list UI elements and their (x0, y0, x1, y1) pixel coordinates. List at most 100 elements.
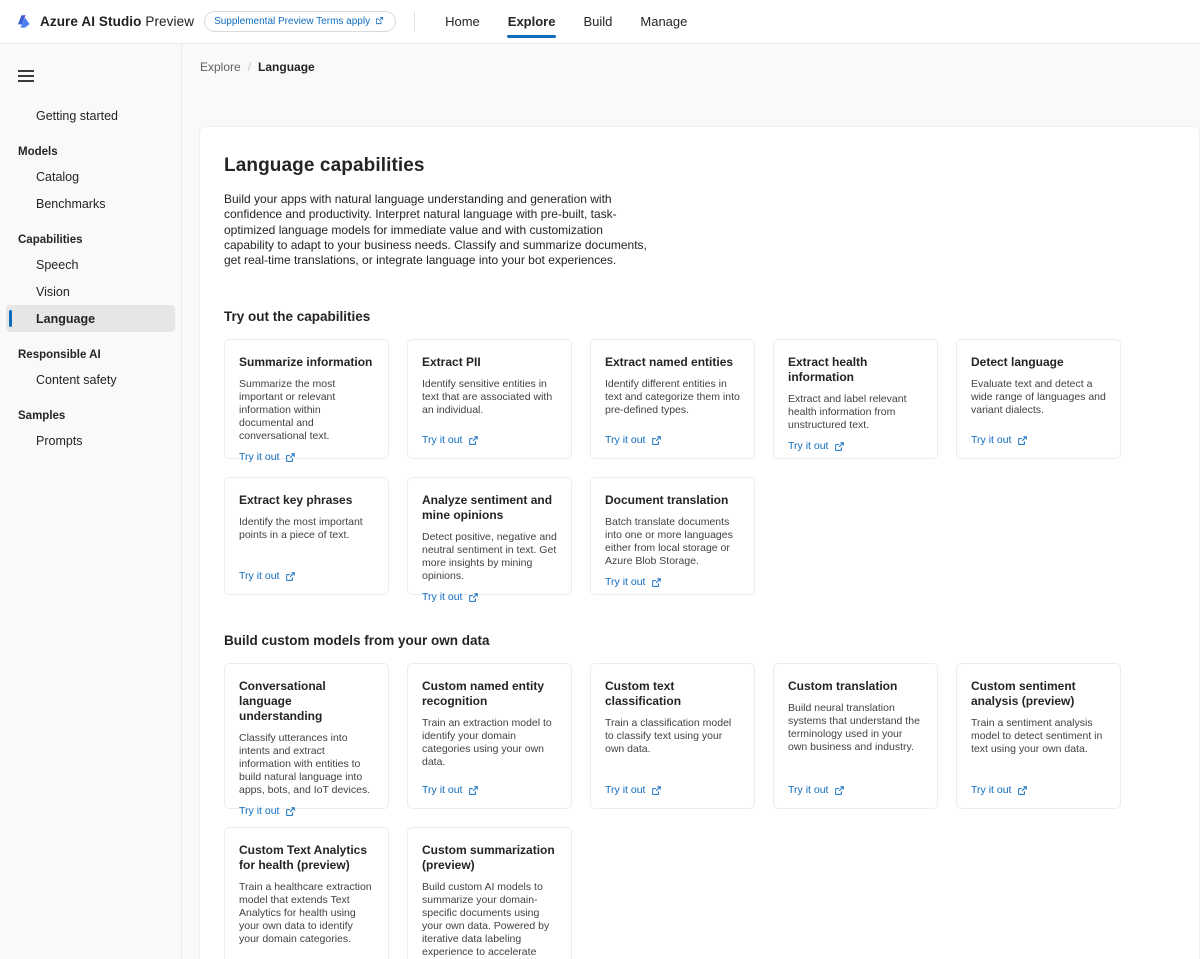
brand-preview-label: Preview (145, 14, 195, 29)
external-link-icon (1017, 785, 1028, 796)
card-description: Identify different entities in text and … (605, 378, 740, 417)
sidebar-item-prompts[interactable]: Prompts (6, 427, 175, 454)
sidebar-group-capabilities: Capabilities (18, 234, 83, 246)
section-title: Try out the capabilities (224, 309, 371, 325)
nav-item-build[interactable]: Build (569, 0, 626, 44)
card-custom-text-analytics-for-health[interactable]: Custom Text Analytics for health (previe… (224, 827, 389, 959)
card-custom-summarization[interactable]: Custom summarization (preview) Build cus… (407, 827, 572, 959)
try-it-out-link[interactable]: Try it out (422, 591, 557, 603)
card-extract-health-information[interactable]: Extract health information Extract and l… (773, 339, 938, 460)
try-it-out-link[interactable]: Try it out (605, 434, 740, 446)
card-description: Detect positive, negative and neutral se… (422, 531, 557, 583)
card-description: Extract and label relevant health inform… (788, 393, 907, 432)
try-it-out-link[interactable]: Try it out (605, 576, 740, 588)
nav-item-manage[interactable]: Manage (626, 0, 701, 44)
external-link-icon (834, 785, 845, 796)
sidebar-item-label: Language (36, 311, 96, 326)
external-link-icon (651, 435, 662, 446)
sidebar-item-language[interactable]: Language (6, 305, 175, 332)
card-custom-translation[interactable]: Custom translation Build neural translat… (773, 663, 938, 810)
external-link-icon (468, 435, 479, 446)
nav-item-home[interactable]: Home (431, 0, 494, 44)
try-it-out-link[interactable]: Try it out (788, 784, 923, 796)
try-it-out-link[interactable]: Try it out (239, 805, 374, 817)
section-try-out-capabilities: Try out the capabilities Summarize infor… (224, 309, 1175, 603)
external-link-icon (285, 806, 296, 817)
try-it-out-link[interactable]: Try it out (422, 784, 557, 796)
try-it-out-label: Try it out (239, 451, 280, 464)
try-it-out-link[interactable]: Try it out (788, 440, 923, 452)
sidebar-item-vision[interactable]: Vision (6, 278, 175, 305)
try-it-out-label: Try it out (239, 570, 280, 583)
card-title: Document translation (605, 493, 729, 508)
try-it-out-label: Try it out (788, 784, 829, 797)
sidebar-item-label: Content safety (36, 372, 117, 387)
toolbar-divider (414, 11, 416, 32)
card-title: Summarize information (239, 355, 373, 370)
try-it-out-link[interactable]: Try it out (239, 570, 374, 582)
card-extract-pii[interactable]: Extract PII Identify sensitive entities … (407, 339, 572, 460)
card-extract-key-phrases[interactable]: Extract key phrases Identify the most im… (224, 477, 389, 596)
section-build-custom-models: Build custom models from your own data C… (224, 633, 1175, 959)
card-analyze-sentiment-and-mine-opinions[interactable]: Analyze sentiment and mine opinions Dete… (407, 477, 572, 603)
card-custom-text-classification[interactable]: Custom text classification Train a class… (590, 663, 755, 810)
page-description: Build your apps with natural language un… (224, 192, 647, 268)
brand-text: Azure AI Studio Preview (40, 14, 194, 29)
external-link-icon (651, 577, 662, 588)
breadcrumb-separator: / (247, 60, 252, 74)
card-title: Custom Text Analytics for health (previe… (239, 843, 368, 873)
main-nav: Home Explore Build Manage (431, 0, 701, 44)
external-link-icon (468, 785, 479, 796)
external-link-icon (468, 592, 479, 603)
card-title: Conversational language understanding (239, 679, 326, 724)
card-extract-named-entities[interactable]: Extract named entities Identify differen… (590, 339, 755, 460)
capability-card-grid: Summarize information Summarize the most… (224, 339, 1175, 603)
card-title: Analyze sentiment and mine opinions (422, 493, 553, 523)
card-conversational-language-understanding[interactable]: Conversational language understanding Cl… (224, 663, 389, 817)
sidebar: Getting started Models Catalog Benchmark… (0, 44, 182, 959)
try-it-out-label: Try it out (422, 434, 463, 447)
breadcrumb-item-language: Language (258, 60, 315, 74)
try-it-out-link[interactable]: Try it out (971, 434, 1106, 446)
sidebar-item-label: Speech (36, 257, 79, 272)
card-summarize-information[interactable]: Summarize information Summarize the most… (224, 339, 389, 463)
try-it-out-link[interactable]: Try it out (422, 434, 557, 446)
sidebar-item-speech[interactable]: Speech (6, 251, 175, 278)
sidebar-group-responsible-ai: Responsible AI (18, 349, 101, 361)
sidebar-item-getting-started[interactable]: Getting started (6, 102, 175, 129)
sidebar-group-models: Models (18, 146, 58, 158)
try-it-out-link[interactable]: Try it out (971, 784, 1106, 796)
try-it-out-link[interactable]: Try it out (239, 451, 374, 463)
try-it-out-label: Try it out (788, 440, 829, 453)
card-detect-language[interactable]: Detect language Evaluate text and detect… (956, 339, 1121, 460)
sidebar-group-samples: Samples (18, 410, 66, 422)
section-title: Build custom models from your own data (224, 633, 490, 649)
try-it-out-label: Try it out (971, 434, 1012, 447)
breadcrumb-item-explore[interactable]: Explore (200, 60, 241, 74)
nav-item-explore[interactable]: Explore (494, 0, 570, 44)
sidebar-item-label: Catalog (36, 169, 80, 184)
page-title: Language capabilities (224, 155, 425, 176)
try-it-out-link[interactable]: Try it out (605, 784, 740, 796)
card-title: Custom translation (788, 679, 898, 694)
try-it-out-label: Try it out (239, 805, 280, 818)
card-description: Batch translate documents into one or mo… (605, 516, 733, 568)
card-custom-named-entity-recognition[interactable]: Custom named entity recognition Train an… (407, 663, 572, 810)
brand[interactable]: Azure AI Studio Preview (16, 13, 194, 30)
external-link-icon (285, 571, 296, 582)
card-custom-sentiment-analysis[interactable]: Custom sentiment analysis (preview) Trai… (956, 663, 1121, 810)
sidebar-item-benchmarks[interactable]: Benchmarks (6, 190, 175, 217)
sidebar-item-catalog[interactable]: Catalog (6, 163, 175, 190)
page-panel: Language capabilities Build your apps wi… (199, 126, 1200, 959)
hamburger-menu-icon[interactable] (14, 60, 46, 92)
sidebar-item-content-safety[interactable]: Content safety (6, 366, 175, 393)
card-title: Detect language (971, 355, 1064, 370)
card-description: Train a healthcare extraction model that… (239, 881, 372, 946)
supplemental-preview-terms-badge[interactable]: Supplemental Preview Terms apply (204, 11, 397, 32)
external-link-icon (375, 16, 386, 27)
card-title: Custom text classification (605, 679, 682, 709)
card-title: Custom summarization (preview) (422, 843, 555, 873)
custom-model-card-grid: Conversational language understanding Cl… (224, 663, 1175, 959)
azure-ai-studio-logo-icon (16, 13, 33, 30)
card-document-translation[interactable]: Document translation Batch translate doc… (590, 477, 755, 596)
